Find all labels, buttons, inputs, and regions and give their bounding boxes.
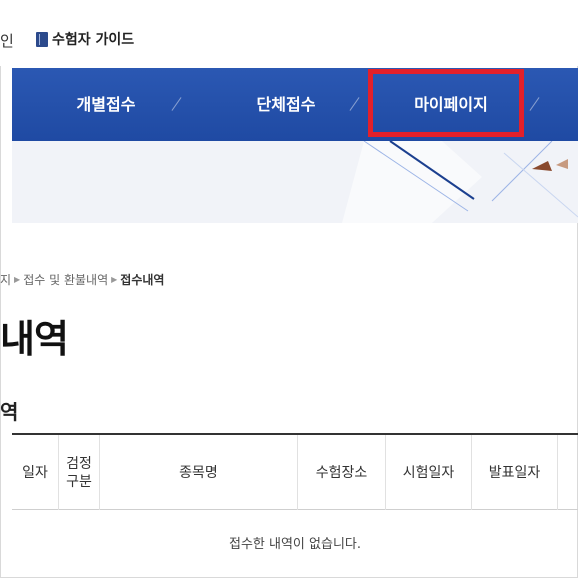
login-link-fragment[interactable]: 인 <box>0 30 14 51</box>
section-title: 역 <box>0 400 19 424</box>
nav-item-group-application[interactable]: 단체접수 <box>226 68 346 141</box>
column-header-exam-date: 시험일자 <box>386 435 472 510</box>
nav-separator <box>348 96 362 112</box>
breadcrumb-arrow-icon: ▶ <box>14 275 21 284</box>
top-utility-bar: 인 수험자 가이드 <box>0 0 578 66</box>
column-header-extra <box>558 435 578 510</box>
banner-graphic <box>342 141 578 223</box>
page-title: 내역 <box>0 317 69 361</box>
nav-separator <box>170 96 184 112</box>
column-header-announcement-date: 발표일자 <box>472 435 558 510</box>
mypage-highlight-box <box>368 69 524 137</box>
application-history-table: 일자 검정 구분 종목명 수험장소 시험일자 발표일자 <box>12 433 578 510</box>
column-header-application-date: 일자 <box>12 435 59 510</box>
column-header-item-name: 종목명 <box>100 435 298 510</box>
breadcrumb-item-mypage[interactable]: 지 <box>0 271 11 288</box>
breadcrumb: 지 ▶ 접수 및 환불내역 ▶ 접수내역 <box>0 271 164 288</box>
nav-item-individual-application[interactable]: 개별접수 <box>46 68 166 141</box>
nav-separator <box>528 96 542 112</box>
column-header-exam-location: 수험장소 <box>298 435 386 510</box>
breadcrumb-current: 접수내역 <box>120 273 165 287</box>
table-empty-message: 접수한 내역이 없습니다. <box>229 537 361 552</box>
examinee-guide-label: 수험자 가이드 <box>52 32 135 48</box>
table-header-row: 일자 검정 구분 종목명 수험장소 시험일자 발표일자 <box>12 435 578 510</box>
breadcrumb-item-history[interactable]: 접수 및 환불내역 <box>23 271 108 288</box>
page-banner <box>12 141 578 223</box>
column-header-exam-type: 검정 구분 <box>59 435 100 510</box>
breadcrumb-arrow-icon: ▶ <box>111 275 118 284</box>
book-icon <box>36 31 48 47</box>
examinee-guide-link[interactable]: 수험자 가이드 <box>36 29 134 49</box>
